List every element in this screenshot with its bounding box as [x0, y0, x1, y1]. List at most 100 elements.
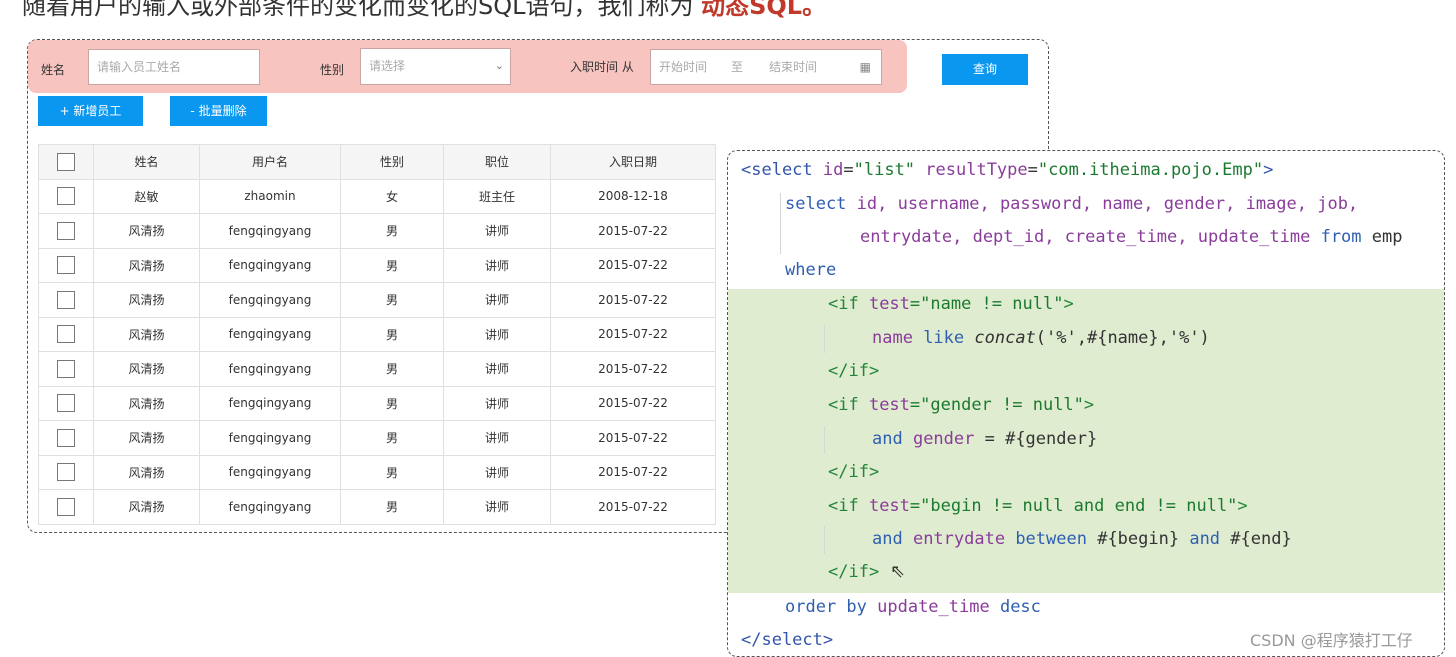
- table-row: 风清扬 fengqingyang 男讲师 2015-07-22: [38, 351, 716, 387]
- code-line-15: </select>: [741, 630, 834, 650]
- code-line-3: entrydate, dept_id, create_time, update_…: [860, 227, 1403, 247]
- code-line-10: </if>: [828, 462, 880, 482]
- date-range-picker[interactable]: 开始时间 至 结束时间 ▦: [650, 49, 882, 85]
- row-select-cell[interactable]: [38, 420, 94, 456]
- table-cell: 男: [340, 247, 444, 283]
- row-select-cell[interactable]: [38, 454, 94, 490]
- section-heading: 随着用户的输入或外部条件的变化而变化的SQL语句，我们称为 动态SQL。: [22, 0, 826, 21]
- heading-text: 随着用户的输入或外部条件的变化而变化的SQL语句，我们称为: [22, 0, 702, 20]
- end-date-placeholder: 结束时间: [769, 60, 818, 74]
- table-cell: 2015-07-22: [550, 247, 716, 283]
- row-select-cell[interactable]: [38, 282, 94, 318]
- table-cell: 风清扬: [93, 489, 200, 525]
- table-cell: 讲师: [443, 282, 551, 318]
- table-header-row: 姓名 用户名 性别 职位 入职日期: [38, 144, 716, 180]
- table-cell: fengqingyang: [199, 282, 341, 318]
- table-cell: 男: [340, 316, 444, 352]
- gender-select[interactable]: 请选择 ⌄: [360, 48, 511, 85]
- table-cell: 2015-07-22: [550, 213, 716, 249]
- mouse-cursor-icon: ⇖: [890, 561, 906, 582]
- table-cell: fengqingyang: [199, 454, 341, 490]
- table-cell: 男: [340, 489, 444, 525]
- row-checkbox[interactable]: [57, 497, 75, 516]
- name-input[interactable]: 请输入员工姓名: [88, 49, 260, 85]
- watermark: CSDN @程序猿打工仔: [1250, 631, 1413, 650]
- table-cell: 男: [340, 420, 444, 456]
- row-select-cell[interactable]: [38, 316, 94, 352]
- column-header: 职位: [443, 144, 551, 180]
- table-cell: fengqingyang: [199, 420, 341, 456]
- table-cell: 风清扬: [93, 351, 200, 387]
- table-cell: fengqingyang: [199, 247, 341, 283]
- table-cell: 2015-07-22: [550, 489, 716, 525]
- row-checkbox[interactable]: [57, 463, 75, 482]
- table-cell: 班主任: [443, 178, 551, 214]
- table-cell: 讲师: [443, 213, 551, 249]
- code-line-7: </if>: [828, 361, 880, 381]
- table-cell: 讲师: [443, 351, 551, 387]
- table-cell: 女: [340, 178, 444, 214]
- table-cell: 风清扬: [93, 282, 200, 318]
- column-header: 用户名: [199, 144, 341, 180]
- table-cell: 男: [340, 385, 444, 421]
- row-checkbox[interactable]: [57, 428, 75, 447]
- row-select-cell[interactable]: [38, 385, 94, 421]
- table-cell: fengqingyang: [199, 351, 341, 387]
- column-header: 姓名: [93, 144, 200, 180]
- employee-table: 姓名 用户名 性别 职位 入职日期 赵敏 zhaomin 女班主任 2008-12-1…: [38, 144, 716, 525]
- row-checkbox[interactable]: [57, 290, 75, 309]
- code-line-12: and entrydate between #{begin} and #{end…: [872, 529, 1292, 549]
- row-checkbox[interactable]: [57, 221, 75, 240]
- chevron-down-icon: ⌄: [494, 59, 504, 72]
- table-cell: 男: [340, 282, 444, 318]
- table-cell: 讲师: [443, 489, 551, 525]
- table-cell: 2015-07-22: [550, 282, 716, 318]
- table-cell: fengqingyang: [199, 385, 341, 421]
- heading-highlight: 动态SQL。: [701, 0, 827, 20]
- table-cell: 讲师: [443, 420, 551, 456]
- row-select-cell[interactable]: [38, 178, 94, 214]
- row-checkbox[interactable]: [57, 325, 75, 344]
- row-checkbox[interactable]: [57, 256, 75, 275]
- table-row: 风清扬 fengqingyang 男讲师 2015-07-22: [38, 213, 716, 249]
- mybatis-xml-code-block: <select id="list" resultType="com.itheim…: [727, 150, 1445, 657]
- table-cell: 2015-07-22: [550, 420, 716, 456]
- table-row: 风清扬 fengqingyang 男讲师 2015-07-22: [38, 282, 716, 318]
- table-row: 风清扬 fengqingyang 男讲师 2015-07-22: [38, 316, 716, 352]
- start-date-placeholder: 开始时间: [659, 60, 708, 74]
- name-label: 姓名: [41, 63, 66, 77]
- row-select-cell[interactable]: [38, 213, 94, 249]
- table-row: 风清扬 fengqingyang 男讲师 2015-07-22: [38, 420, 716, 456]
- code-line-14: order by update_time desc: [785, 597, 1041, 617]
- code-line-5: <if test="name != null">: [828, 294, 1074, 314]
- table-cell: 风清扬: [93, 385, 200, 421]
- row-select-cell[interactable]: [38, 351, 94, 387]
- row-checkbox[interactable]: [57, 394, 75, 413]
- query-button[interactable]: 查询: [942, 54, 1028, 85]
- column-header: 入职日期: [550, 144, 716, 180]
- row-checkbox[interactable]: [57, 187, 75, 206]
- table-cell: 男: [340, 351, 444, 387]
- add-employee-button[interactable]: + 新增员工: [38, 96, 143, 126]
- select-all-checkbox[interactable]: [57, 152, 75, 171]
- table-row: 风清扬 fengqingyang 男讲师 2015-07-22: [38, 454, 716, 490]
- date-label: 入职时间 从: [570, 60, 634, 74]
- gender-select-placeholder: 请选择: [369, 59, 406, 73]
- code-line-8: <if test="gender != null">: [828, 395, 1095, 415]
- batch-delete-button[interactable]: - 批量删除: [170, 96, 267, 126]
- table-cell: 风清扬: [93, 420, 200, 456]
- code-line-11: <if test="begin != null and end != null"…: [828, 496, 1248, 516]
- table-cell: fengqingyang: [199, 213, 341, 249]
- select-all-cell[interactable]: [38, 144, 94, 180]
- row-checkbox[interactable]: [57, 359, 75, 378]
- table-cell: 讲师: [443, 454, 551, 490]
- column-header: 性别: [340, 144, 444, 180]
- row-select-cell[interactable]: [38, 489, 94, 525]
- range-separator: 至: [731, 60, 744, 74]
- table-cell: fengqingyang: [199, 489, 341, 525]
- row-select-cell[interactable]: [38, 247, 94, 283]
- table-cell: fengqingyang: [199, 316, 341, 352]
- table-cell: 2008-12-18: [550, 178, 716, 214]
- table-cell: 讲师: [443, 316, 551, 352]
- indent-guide: [824, 426, 825, 454]
